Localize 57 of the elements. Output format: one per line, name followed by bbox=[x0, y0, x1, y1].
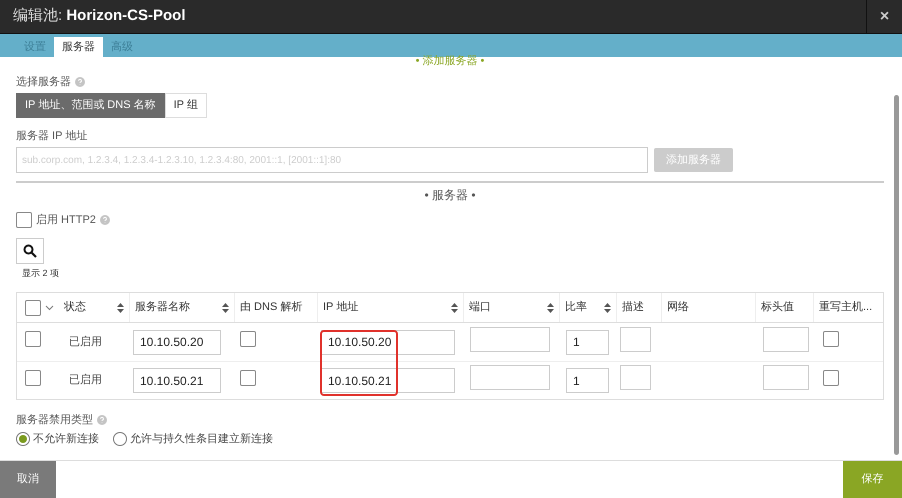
section-heading: • 服务器 • bbox=[423, 187, 477, 204]
header-value-field[interactable] bbox=[763, 365, 809, 390]
server-name-field[interactable]: 10.10.50.21 bbox=[133, 368, 221, 393]
column-header[interactable]: 由 DNS 解析 bbox=[240, 299, 302, 316]
column-header[interactable]: 标头值 bbox=[761, 299, 794, 316]
dns-checkbox[interactable] bbox=[240, 331, 256, 348]
status-text: 已启用 bbox=[69, 374, 102, 386]
section-heading: • 添加服务器 • bbox=[414, 55, 486, 65]
checkbox-label: 启用 HTTP2 bbox=[36, 212, 110, 228]
ip-address-field[interactable]: 10.10.50.20 bbox=[321, 330, 455, 354]
select-all-checkbox[interactable] bbox=[25, 300, 41, 316]
header-value-field[interactable] bbox=[763, 326, 809, 352]
radio-button[interactable] bbox=[113, 432, 127, 446]
rewrite-host-checkbox[interactable] bbox=[823, 370, 839, 386]
field-label: 服务器禁用类型 bbox=[16, 412, 884, 428]
sort-icon[interactable] bbox=[117, 302, 124, 312]
description-field[interactable] bbox=[620, 326, 651, 352]
radio-label: 允许与持久性条目建立新连接 bbox=[130, 432, 273, 446]
description-field[interactable] bbox=[620, 365, 651, 390]
column-header[interactable]: 服务器名称 bbox=[135, 299, 190, 316]
column-header[interactable]: 描述 bbox=[622, 299, 644, 316]
sort-icon[interactable] bbox=[604, 302, 611, 312]
radio-button[interactable] bbox=[16, 432, 30, 446]
column-header[interactable]: 状态 bbox=[64, 299, 86, 316]
segment-option[interactable]: IP 地址、范围或 DNS 名称 bbox=[16, 92, 165, 118]
field-label: 选择服务器 bbox=[16, 74, 884, 90]
chevron-down-icon[interactable] bbox=[45, 304, 54, 310]
item-count: 显示 2 项 bbox=[22, 266, 60, 280]
sort-icon[interactable] bbox=[451, 302, 458, 312]
row-checkbox[interactable] bbox=[25, 370, 41, 386]
radio-label: 不允许新连接 bbox=[33, 432, 99, 446]
ratio-field[interactable]: 1 bbox=[566, 368, 609, 393]
row-checkbox[interactable] bbox=[25, 331, 41, 348]
http2-checkbox[interactable] bbox=[16, 212, 32, 228]
cancel-button[interactable]: 取消 bbox=[0, 461, 56, 498]
ip-address-field[interactable]: 10.10.50.21 bbox=[321, 368, 455, 393]
sort-icon[interactable] bbox=[547, 302, 554, 312]
sort-icon[interactable] bbox=[222, 302, 229, 312]
search-icon bbox=[23, 244, 37, 258]
column-header[interactable]: 端口 bbox=[469, 299, 491, 316]
segment-option[interactable]: IP 组 bbox=[164, 92, 207, 118]
search-button[interactable] bbox=[16, 238, 44, 264]
server-name-field[interactable]: 10.10.50.20 bbox=[133, 330, 221, 354]
column-header[interactable]: 网络 bbox=[667, 299, 689, 316]
port-field[interactable] bbox=[470, 326, 550, 352]
port-field[interactable] bbox=[470, 365, 550, 390]
tab[interactable]: 服务器 bbox=[54, 37, 103, 57]
rewrite-host-checkbox[interactable] bbox=[823, 331, 839, 348]
field-label: 服务器 IP 地址 bbox=[16, 128, 88, 144]
column-header[interactable]: 重写主机... bbox=[819, 299, 872, 316]
status-text: 已启用 bbox=[69, 336, 102, 348]
ratio-field[interactable]: 1 bbox=[566, 330, 609, 354]
column-header[interactable]: 比率 bbox=[565, 299, 587, 316]
column-header[interactable]: IP 地址 bbox=[323, 299, 358, 316]
window-title: 编辑池: Horizon-CS-Pool bbox=[12, 6, 186, 26]
scrollbar[interactable] bbox=[894, 95, 899, 455]
dns-checkbox[interactable] bbox=[240, 370, 256, 386]
